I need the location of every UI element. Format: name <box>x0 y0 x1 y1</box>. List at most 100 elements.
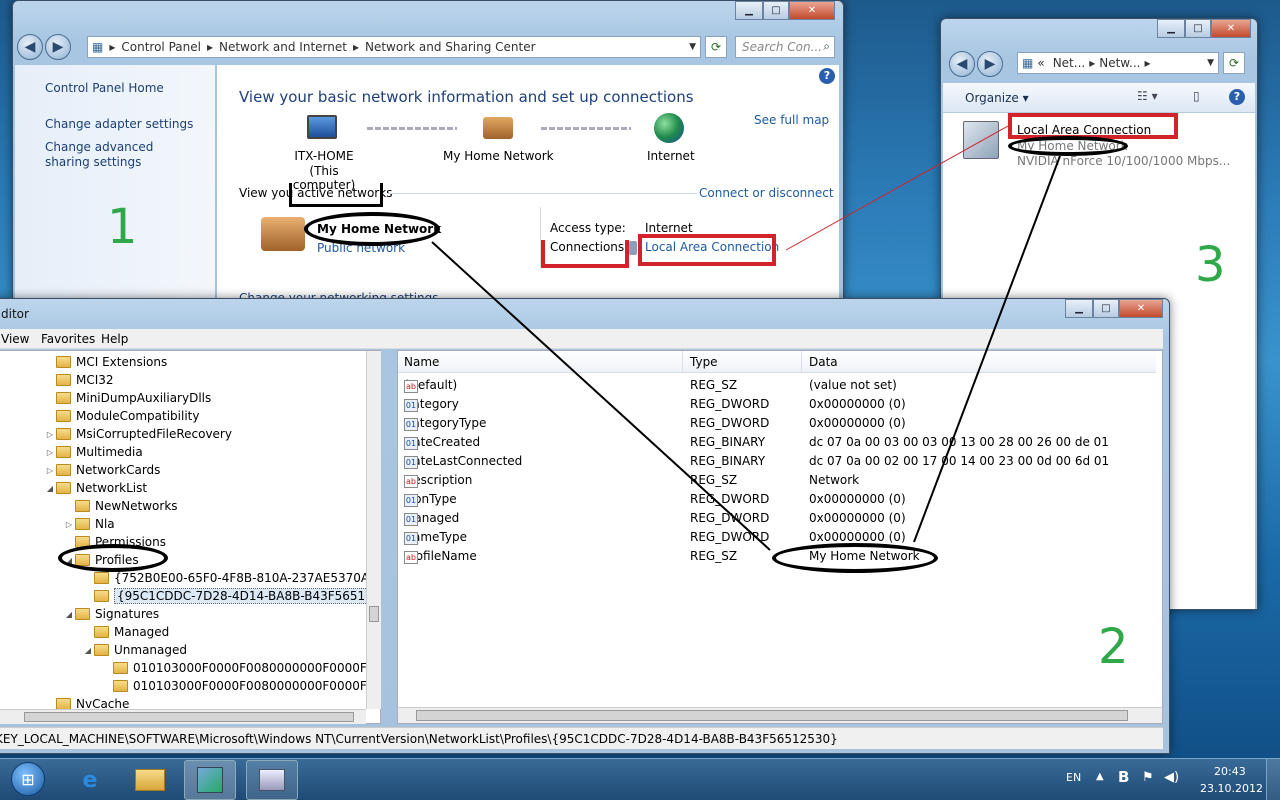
back-button[interactable]: ◀ <box>17 34 43 60</box>
column-name[interactable]: Name <box>404 355 439 369</box>
breadcrumb-1[interactable]: Netw... <box>1099 56 1140 70</box>
tree-item[interactable]: NvCache <box>44 695 129 709</box>
expand-icon[interactable]: ▷ <box>44 466 56 475</box>
tree-item[interactable]: MCI Extensions <box>44 353 167 371</box>
maximize-button[interactable]: □ <box>1185 19 1211 38</box>
forward-button[interactable]: ▶ <box>977 51 1003 77</box>
value-type: REG_BINARY <box>690 454 766 468</box>
organize-menu[interactable]: Organize ▾ <box>965 91 1029 105</box>
maximize-button[interactable]: □ <box>1093 299 1119 318</box>
connect-or-disconnect-link[interactable]: Connect or disconnect <box>699 186 834 200</box>
tree-item[interactable]: {95C1CDDC-7D28-4D14-BA8B-B43F56512530} <box>82 587 368 605</box>
expand-icon[interactable]: ▷ <box>44 430 56 439</box>
network-adapter-icon[interactable] <box>963 121 999 159</box>
preview-pane-icon[interactable]: ▯ <box>1193 89 1200 103</box>
expand-icon[interactable]: ◢ <box>82 646 94 655</box>
clock-time[interactable]: 20:43 <box>1214 765 1246 778</box>
address-bar[interactable]: ▦ ▸ Control Panel ▸ Network and Internet ▸… <box>87 36 701 58</box>
folder-icon <box>56 446 71 458</box>
change-adapter-settings-link[interactable]: Change adapter settings <box>45 117 193 131</box>
close-button[interactable]: ✕ <box>1119 299 1163 318</box>
change-advanced-sharing-link[interactable]: Change advanced sharing settings <box>45 140 195 170</box>
view-options-icon[interactable]: ☷ ▾ <box>1137 89 1158 103</box>
breadcrumb-0[interactable]: Control Panel <box>121 40 201 54</box>
tree-item[interactable]: {752B0E00-65F0-4F8B-810A-237AE5370AB0} <box>82 569 368 587</box>
scroll-thumb[interactable] <box>24 712 354 722</box>
tree-item[interactable]: ▷ MsiCorruptedFileRecovery <box>44 425 232 443</box>
file-explorer-icon[interactable] <box>124 760 176 800</box>
tree-item[interactable]: ▷ Nla <box>63 515 115 533</box>
breadcrumb-1[interactable]: Network and Internet <box>219 40 347 54</box>
value-row[interactable]: 01 Managed REG_DWORD 0x00000000 (0) <box>398 509 1168 528</box>
expand-icon[interactable]: ◢ <box>63 610 75 619</box>
tree-item[interactable]: ◢ Signatures <box>63 605 159 623</box>
column-data[interactable]: Data <box>809 355 838 369</box>
minimize-button[interactable]: ▁ <box>1157 19 1185 38</box>
close-button[interactable]: ✕ <box>1211 19 1251 38</box>
internet-explorer-icon[interactable]: e <box>64 760 116 800</box>
chevron-down-icon[interactable]: ▼ <box>689 42 696 52</box>
tree-item[interactable]: NewNetworks <box>63 497 178 515</box>
tree-item[interactable]: 010103000F0000F0080000000F0000F00EDF9F. <box>101 677 368 695</box>
expand-icon[interactable]: ▷ <box>44 448 56 457</box>
address-bar[interactable]: ▦ « Net... ▸ Netw... ▸ ▼ <box>1017 52 1219 74</box>
expand-icon[interactable]: ▷ <box>63 520 75 529</box>
folder-icon <box>56 482 71 494</box>
annotation-oval <box>772 543 938 573</box>
value-row[interactable]: ab (Default) REG_SZ (value not set) <box>398 376 1168 395</box>
search-input[interactable]: Search Con... ⌕ <box>735 36 835 58</box>
tree-item[interactable]: 010103000F0000F0080000000F0000F006F7850 <box>101 659 368 677</box>
start-button[interactable]: ⊞ <box>2 759 54 799</box>
tree-item[interactable]: MiniDumpAuxiliaryDlls <box>44 389 211 407</box>
breadcrumb-2[interactable]: Network and Sharing Center <box>365 40 536 54</box>
forward-button[interactable]: ▶ <box>45 34 71 60</box>
value-type: REG_DWORD <box>690 530 770 544</box>
see-full-map-link[interactable]: See full map <box>754 113 829 127</box>
tree-horizontal-scrollbar[interactable] <box>0 709 366 724</box>
menu-view[interactable]: View <box>1 332 29 346</box>
column-type[interactable]: Type <box>690 355 718 369</box>
chevron-down-icon[interactable]: ▼ <box>1207 58 1214 68</box>
value-row[interactable]: 01 NameType REG_DWORD 0x00000000 (0) <box>398 528 1168 547</box>
tree-item[interactable]: MCI32 <box>44 371 114 389</box>
value-row[interactable]: 01 DateCreated REG_BINARY dc 07 0a 00 03 00… <box>398 433 1168 452</box>
minimize-button[interactable]: ▁ <box>1065 299 1093 318</box>
regedit-taskbar-icon[interactable] <box>184 760 236 800</box>
tree-item[interactable]: ▷ NetworkCards <box>44 461 161 479</box>
action-center-icon[interactable]: ⚑ <box>1142 770 1154 785</box>
control-panel-home-link[interactable]: Control Panel Home <box>45 81 164 95</box>
show-desktop-button[interactable] <box>1266 759 1280 800</box>
scroll-thumb[interactable] <box>416 710 1128 721</box>
minimize-button[interactable]: ▁ <box>735 1 763 20</box>
scroll-thumb[interactable] <box>369 606 379 622</box>
show-hidden-icons-icon[interactable]: ▲ <box>1096 771 1104 782</box>
value-row[interactable]: 01 CategoryType REG_DWORD 0x00000000 (0) <box>398 414 1168 433</box>
close-button[interactable]: ✕ <box>789 1 835 20</box>
value-row[interactable]: 01 IconType REG_DWORD 0x00000000 (0) <box>398 490 1168 509</box>
breadcrumb-0[interactable]: Net... <box>1053 56 1086 70</box>
tree-item[interactable]: ▷ Multimedia <box>44 443 143 461</box>
tree-item[interactable]: Managed <box>82 623 169 641</box>
refresh-button[interactable]: ⟳ <box>705 36 727 58</box>
value-row[interactable]: 01 Category REG_DWORD 0x00000000 (0) <box>398 395 1168 414</box>
menu-help[interactable]: Help <box>101 332 128 346</box>
tree-vertical-scrollbar[interactable] <box>366 351 381 709</box>
tree-item[interactable]: ◢ NetworkList <box>44 479 147 497</box>
refresh-button[interactable]: ⟳ <box>1223 52 1245 74</box>
back-button[interactable]: ◀ <box>949 51 975 77</box>
keyboard-b-icon[interactable]: B <box>1118 768 1129 786</box>
network-connections-taskbar-icon[interactable] <box>246 760 298 800</box>
values-horizontal-scrollbar[interactable] <box>398 707 1162 723</box>
language-indicator[interactable]: EN <box>1066 771 1081 784</box>
value-row[interactable]: ab Description REG_SZ Network <box>398 471 1168 490</box>
tree-item[interactable]: ModuleCompatibility <box>44 407 199 425</box>
value-row[interactable]: 01 DateLastConnected REG_BINARY dc 07 0a 00… <box>398 452 1168 471</box>
menu-favorites[interactable]: Favorites <box>41 332 95 346</box>
help-icon[interactable]: ? <box>819 68 835 84</box>
volume-icon[interactable]: ◀) <box>1164 770 1179 785</box>
expand-icon[interactable]: ◢ <box>44 484 56 493</box>
maximize-button[interactable]: □ <box>763 1 789 20</box>
tree-item[interactable]: ◢ Unmanaged <box>82 641 187 659</box>
help-icon[interactable]: ? <box>1229 89 1245 105</box>
clock-date[interactable]: 23.10.2012 <box>1200 782 1263 795</box>
